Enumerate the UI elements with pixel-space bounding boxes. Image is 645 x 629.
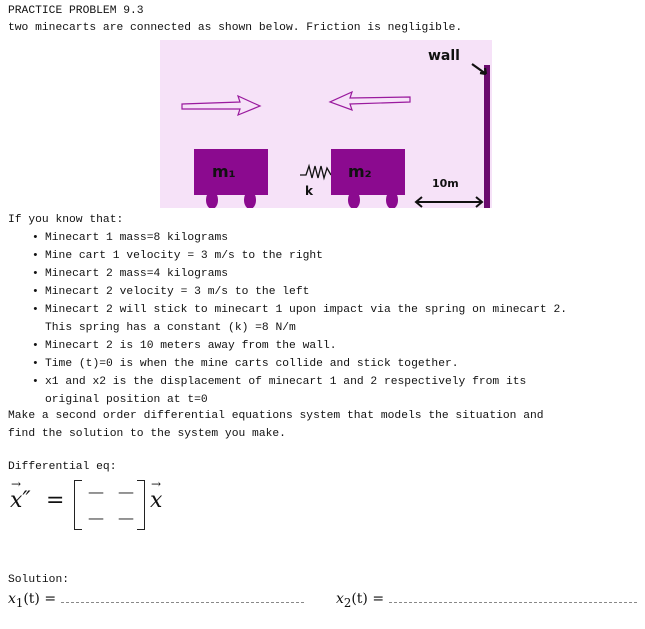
given-item: • Minecart 2 will stick to minecart 1 upo… bbox=[27, 301, 642, 337]
equals-sign: = bbox=[46, 488, 65, 513]
problem-intro: two minecarts are connected as shown bel… bbox=[8, 22, 463, 34]
wall-pointer-icon bbox=[471, 63, 488, 76]
rhs-vector: x bbox=[150, 477, 162, 513]
bullet-icon: • bbox=[32, 340, 39, 352]
bullet-icon: • bbox=[32, 286, 39, 298]
given-heading: If you know that: bbox=[8, 214, 124, 226]
given-item: • Minecart 1 mass=8 kilograms bbox=[27, 229, 642, 247]
distance-arrow-icon bbox=[414, 196, 484, 208]
wall-label: wall bbox=[428, 48, 460, 64]
spring-label: k bbox=[305, 184, 314, 198]
wall bbox=[484, 65, 490, 208]
task-line-1: Make a second order differential equatio… bbox=[8, 410, 544, 422]
spring-icon bbox=[300, 163, 332, 181]
x1-answer-field[interactable] bbox=[60, 592, 304, 603]
x2-answer-field[interactable] bbox=[388, 592, 637, 603]
given-item: • x1 and x2 is the displacement of mineca… bbox=[27, 373, 642, 409]
lhs-vector: x″ bbox=[10, 477, 31, 513]
matrix-cell-12[interactable]: — bbox=[118, 482, 134, 501]
given-list: • Minecart 1 mass=8 kilograms • Mine cart … bbox=[27, 229, 642, 409]
task-line-2: find the solution to the system you make… bbox=[8, 428, 286, 440]
solution-label: Solution: bbox=[8, 574, 70, 586]
solution-x1: x1(t) = bbox=[8, 591, 304, 610]
left-bracket bbox=[74, 480, 82, 530]
bullet-icon: • bbox=[32, 304, 39, 316]
given-item: • Minecart 2 velocity = 3 m/s to the left bbox=[27, 283, 642, 301]
bullet-icon: • bbox=[32, 232, 39, 244]
solution-x2: x2(t) = bbox=[336, 591, 637, 610]
given-item: • Mine cart 1 velocity = 3 m/s to the rig… bbox=[27, 247, 642, 265]
distance-label: 10m bbox=[432, 177, 459, 190]
diagram-svg: wall m₁ k m₂ 10m bbox=[181, 48, 490, 208]
bullet-icon: • bbox=[32, 250, 39, 262]
given-item: • Minecart 2 mass=4 kilograms bbox=[27, 265, 642, 283]
bullet-icon: • bbox=[32, 358, 39, 370]
bullet-icon: • bbox=[32, 268, 39, 280]
given-item: • Minecart 2 is 10 meters away from the w… bbox=[27, 337, 642, 355]
minecart-1: m₁ bbox=[194, 149, 268, 208]
problem-title: PRACTICE PROBLEM 9.3 bbox=[8, 5, 144, 17]
differential-equation: x″ = — — — — x bbox=[8, 477, 208, 530]
bullet-icon: • bbox=[32, 376, 39, 388]
matrix-cell-22[interactable]: — bbox=[118, 508, 134, 527]
right-bracket bbox=[137, 480, 145, 530]
cart-1-label: m₁ bbox=[212, 162, 236, 181]
matrix-cell-11[interactable]: — bbox=[88, 482, 104, 501]
minecart-diagram: wall m₁ k m₂ 10m bbox=[160, 40, 492, 208]
cart-2-label: m₂ bbox=[348, 162, 372, 181]
right-arrow-icon bbox=[181, 94, 262, 117]
given-item: • Time (t)=0 is when the mine carts colli… bbox=[27, 355, 642, 373]
minecart-2: m₂ bbox=[331, 149, 405, 208]
left-arrow-icon bbox=[328, 90, 411, 111]
matrix-cell-21[interactable]: — bbox=[88, 508, 104, 527]
differential-label: Differential eq: bbox=[8, 461, 117, 473]
